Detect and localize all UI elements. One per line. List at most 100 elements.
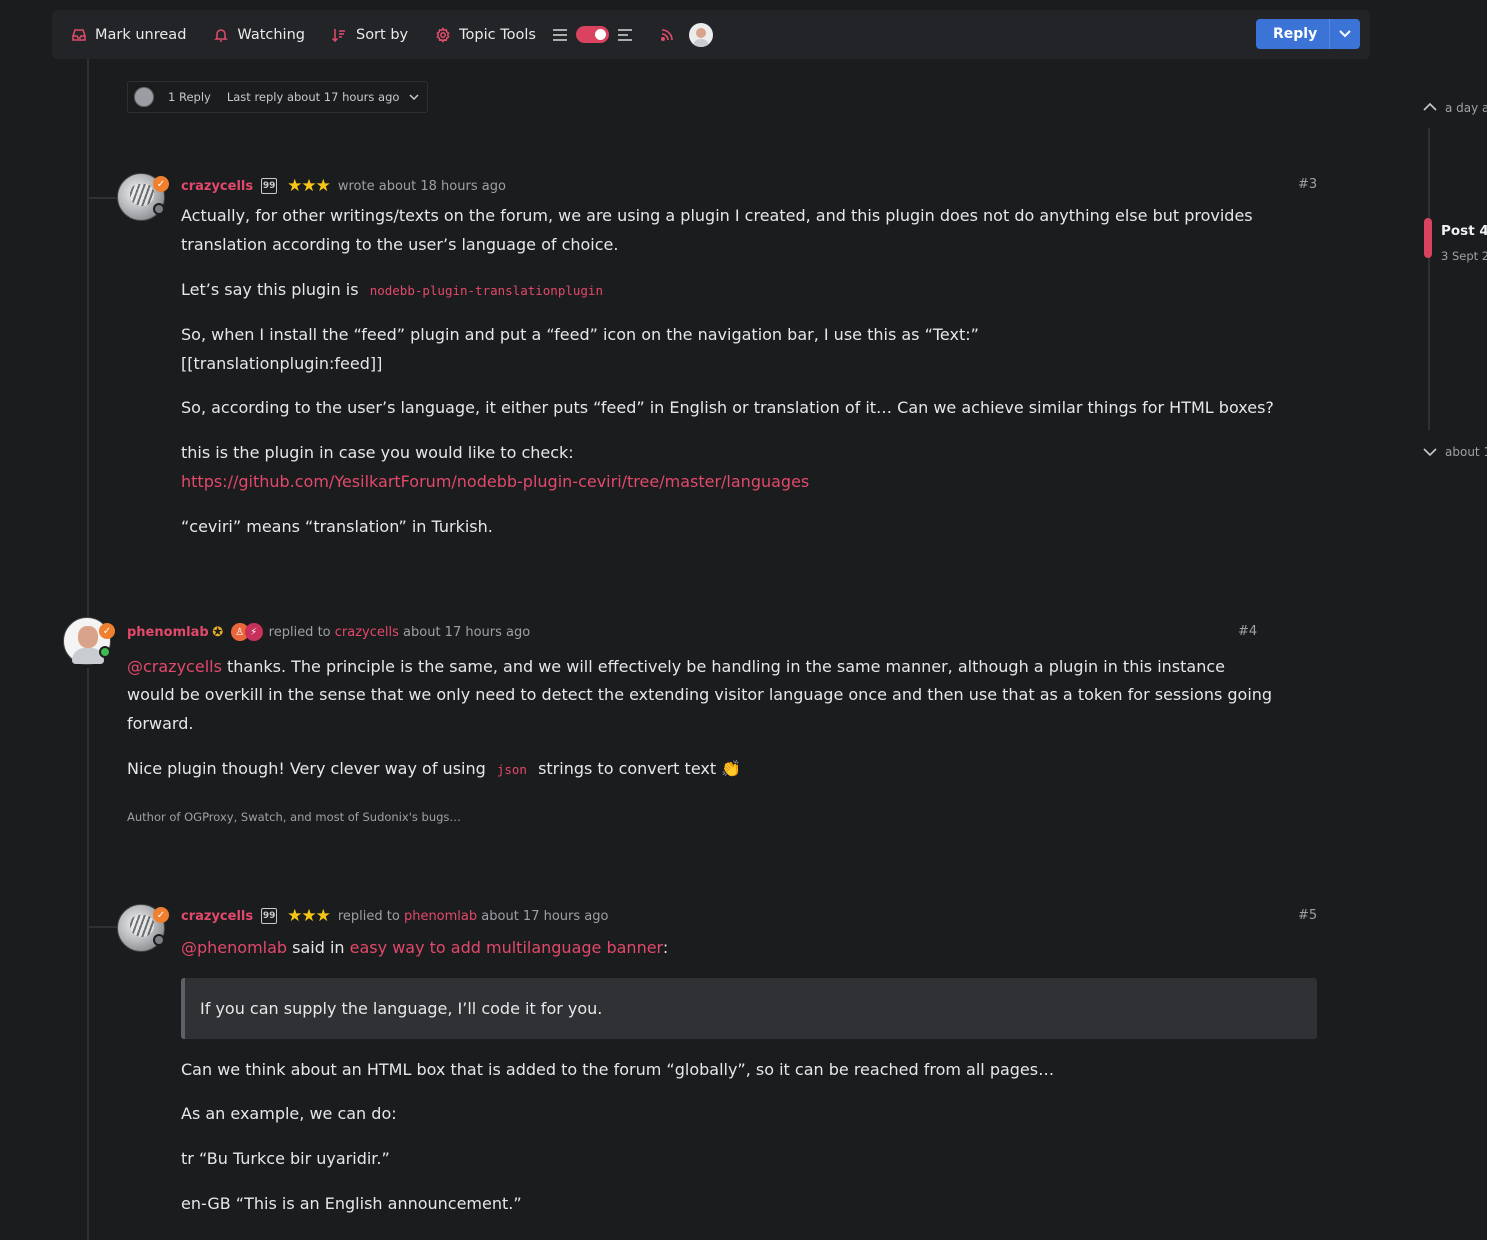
- timeline-current-date: 3 Sept 2: [1441, 249, 1487, 263]
- post-action: replied to: [268, 624, 331, 640]
- reply-to-user[interactable]: crazycells: [335, 625, 399, 640]
- compact-list-icon[interactable]: [552, 28, 568, 42]
- paragraph-text: said in: [287, 938, 350, 957]
- online-status-dot: [99, 646, 111, 658]
- view-toggle-group: [552, 26, 633, 43]
- post-paragraph: forward.: [127, 714, 194, 733]
- thread-connector: [89, 197, 117, 199]
- plugin-link[interactable]: https://github.com/YesilkartForum/nodebb…: [181, 467, 809, 496]
- post-number[interactable]: #3: [1298, 177, 1317, 192]
- post-time[interactable]: about 18 hours ago: [379, 179, 506, 194]
- group-badges[interactable]: ♙ ⚡: [230, 623, 263, 641]
- timeline-start[interactable]: a day a: [1445, 101, 1487, 115]
- rss-icon[interactable]: [659, 27, 675, 43]
- inline-code: json: [496, 762, 527, 777]
- thread-connector: [89, 926, 117, 928]
- paragraph-text: thanks. The principle is the same, and w…: [221, 657, 1225, 676]
- clapping-emoji-icon: 👏: [721, 759, 742, 778]
- star-rating-icon: ★★★: [287, 906, 331, 926]
- verified-check-icon: ✓: [99, 623, 115, 639]
- post-paragraph: en-GB “This is an English announcement.”: [181, 1194, 522, 1213]
- paragraph-text: :: [662, 938, 669, 957]
- star-rating-icon: ★★★: [287, 176, 331, 196]
- gear-icon: [434, 26, 451, 43]
- view-toggle-switch[interactable]: [575, 26, 609, 43]
- avatar-icon: [692, 27, 709, 47]
- reply-label: Reply: [1273, 26, 1318, 42]
- offline-status-dot: [153, 934, 165, 946]
- post-paragraph: As an example, we can do:: [181, 1104, 397, 1123]
- post-paragraph: So, when I install the “feed” plugin and…: [181, 325, 979, 344]
- user-mention[interactable]: @phenomlab: [181, 938, 287, 957]
- post-meta: crazycells 99 ★★★ replied to phenomlab a…: [181, 906, 608, 926]
- quote-icon[interactable]: 99: [261, 908, 278, 924]
- timeline-current-post: Post 4: [1441, 223, 1487, 239]
- quote-icon[interactable]: 99: [261, 178, 278, 194]
- chevron-down-icon: [409, 94, 419, 100]
- post-paragraph: would be overkill in the sense that we o…: [127, 685, 1273, 704]
- topic-tools-label: Topic Tools: [459, 26, 536, 43]
- post-time[interactable]: about 17 hours ago: [481, 909, 608, 924]
- bolt-badge-icon: ⚡: [244, 623, 263, 641]
- thread-line: [87, 59, 89, 619]
- post-number[interactable]: #4: [1238, 624, 1257, 639]
- timeline-track[interactable]: [1428, 128, 1430, 430]
- mark-unread-button[interactable]: Mark unread: [70, 26, 186, 43]
- reply-to-user[interactable]: phenomlab: [404, 909, 477, 924]
- award-icon: ✪: [212, 624, 224, 640]
- quoted-text: If you can supply the language, I’ll cod…: [181, 978, 1317, 1039]
- post-meta: crazycells 99 ★★★ wrote about 18 hours a…: [181, 176, 506, 196]
- paragraph-text: Nice plugin though! Very clever way of u…: [127, 759, 486, 778]
- topic-tools-button[interactable]: Topic Tools: [434, 26, 536, 43]
- post-author[interactable]: crazycells: [181, 909, 253, 924]
- inline-code: nodebb-plugin-translationplugin: [369, 283, 603, 298]
- post-paragraph: Actually, for other writings/texts on th…: [181, 206, 1253, 254]
- post-action: wrote: [337, 178, 375, 194]
- post-paragraph: this is the plugin in case you would lik…: [181, 443, 574, 462]
- reply-options-chevron-icon[interactable]: [1329, 19, 1360, 49]
- post-time[interactable]: about 17 hours ago: [403, 625, 530, 640]
- topic-toolbar: Mark unread Watching Sort by Topic Tools…: [52, 10, 1370, 59]
- post-author[interactable]: crazycells: [181, 179, 253, 194]
- offline-status-dot: [153, 203, 165, 215]
- watching-label: Watching: [237, 26, 305, 43]
- verified-check-icon: ✓: [153, 176, 169, 192]
- mark-unread-label: Mark unread: [95, 26, 187, 43]
- replies-summary[interactable]: 1 Reply Last reply about 17 hours ago: [127, 81, 428, 113]
- paragraph-text: strings to convert text: [538, 759, 717, 778]
- post-paragraph: “ceviri” means “translation” in Turkish.: [181, 517, 493, 536]
- reply-button[interactable]: Reply: [1256, 19, 1360, 49]
- post-paragraph: [[translationplugin:feed]]: [181, 354, 383, 373]
- topic-link[interactable]: easy way to add multilanguage banner: [350, 938, 663, 957]
- replier-avatar: [134, 87, 154, 107]
- verified-check-icon: ✓: [153, 907, 169, 923]
- inbox-icon: [70, 26, 87, 43]
- post-paragraph: Nice plugin though! Very clever way of u…: [127, 754, 741, 784]
- post-paragraph: So, according to the user’s language, it…: [181, 398, 1274, 417]
- post-paragraph: Can we think about an HTML box that is a…: [181, 1060, 1055, 1079]
- timeline-handle[interactable]: [1424, 218, 1432, 258]
- post-paragraph: @crazycells thanks. The principle is the…: [127, 652, 1225, 681]
- sort-by-button[interactable]: Sort by: [331, 26, 408, 43]
- last-reply-time: Last reply about 17 hours ago: [226, 90, 400, 104]
- post-number[interactable]: #5: [1298, 908, 1317, 923]
- paragraph-text: Let’s say this plugin is: [181, 280, 359, 299]
- bell-icon: [212, 26, 229, 43]
- post-paragraph: @phenomlab said in easy way to add multi…: [181, 933, 668, 962]
- timeline-end[interactable]: about 1: [1445, 445, 1487, 459]
- expanded-list-icon[interactable]: [617, 28, 633, 42]
- post-author[interactable]: phenomlab: [127, 625, 209, 640]
- user-mention[interactable]: @crazycells: [127, 657, 222, 676]
- user-avatar[interactable]: [688, 22, 713, 47]
- chevron-down-icon[interactable]: [1423, 448, 1437, 457]
- sort-by-label: Sort by: [355, 26, 409, 43]
- chevron-up-icon[interactable]: [1423, 102, 1437, 111]
- thread-line: [87, 668, 89, 1240]
- post-meta: phenomlab ✪ ♙ ⚡ replied to crazycells ab…: [127, 622, 530, 642]
- sort-icon: [331, 26, 348, 43]
- user-signature: Author of OGProxy, Swatch, and most of S…: [127, 810, 461, 824]
- post-action: replied to: [337, 908, 400, 924]
- watching-button[interactable]: Watching: [212, 26, 305, 43]
- quote-content: If you can supply the language, I’ll cod…: [200, 999, 603, 1018]
- post-paragraph: tr “Bu Turkce bir uyaridir.”: [181, 1149, 390, 1168]
